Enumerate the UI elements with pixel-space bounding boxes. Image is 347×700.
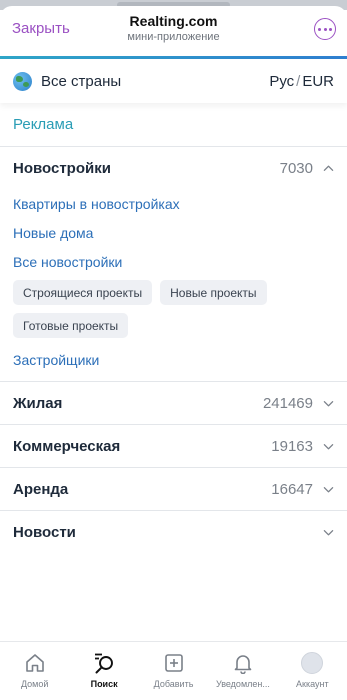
- link-developers[interactable]: Застройщики: [0, 344, 347, 375]
- section-label: Коммерческая: [13, 437, 121, 455]
- avatar: [301, 652, 324, 674]
- tab-label: Поиск: [90, 679, 118, 689]
- tab-label: Уведомлен...: [215, 679, 270, 689]
- app-header: Закрыть Realting.com мини-приложение: [0, 6, 347, 56]
- chip-new-projects[interactable]: Новые проекты: [160, 280, 267, 305]
- app-title: Realting.com: [129, 13, 218, 29]
- chevron-down-icon: [323, 400, 334, 406]
- link-new-houses[interactable]: Новые дома: [0, 218, 347, 247]
- add-icon: [162, 651, 186, 675]
- tab-label: Добавить: [153, 679, 194, 689]
- link-all-new-buildings[interactable]: Все новостройки: [0, 247, 347, 276]
- tab-label: Аккаунт: [296, 679, 329, 689]
- section-news[interactable]: Новости: [0, 511, 347, 553]
- chip-completed-projects[interactable]: Готовые проекты: [13, 313, 129, 338]
- chevron-down-icon: [323, 443, 334, 449]
- section-count: 16647: [271, 480, 313, 498]
- globe-icon: [13, 71, 32, 91]
- currency-label: EUR: [302, 72, 334, 90]
- app-subtitle: мини-приложение: [127, 31, 220, 43]
- chevron-up-icon: [323, 165, 334, 171]
- section-new-buildings[interactable]: Новостройки 7030: [0, 147, 347, 189]
- section-residential[interactable]: Жилая 241469: [0, 382, 347, 424]
- section-label: Новостройки: [13, 159, 111, 177]
- section-count: 7030: [279, 159, 313, 177]
- language-currency-selector[interactable]: Рус / EUR: [269, 73, 334, 90]
- bell-icon: [231, 651, 255, 675]
- ads-link[interactable]: Реклама: [13, 116, 73, 133]
- ads-row[interactable]: Реклама: [0, 103, 347, 147]
- bottom-tab-bar: Домой Поиск Добавить Уведомлен... Аккаун…: [0, 641, 347, 700]
- section-count: 241469: [262, 394, 313, 412]
- tab-notifications[interactable]: Уведомлен...: [208, 642, 277, 700]
- section-label: Аренда: [13, 480, 69, 498]
- project-chips: Строящиеся проекты Новые проекты Готовые…: [0, 276, 347, 338]
- link-new-apartments[interactable]: Квартиры в новостройках: [0, 189, 347, 218]
- more-options-icon[interactable]: [314, 18, 336, 40]
- avatar-container: [300, 651, 324, 675]
- chip-under-construction[interactable]: Строящиеся проекты: [13, 280, 153, 305]
- tab-home[interactable]: Домой: [0, 642, 69, 700]
- tab-search[interactable]: Поиск: [69, 642, 138, 700]
- country-selector[interactable]: Все страны: [41, 73, 121, 90]
- country-bar: Все страны Рус / EUR: [0, 59, 347, 103]
- section-label: Новости: [13, 523, 76, 541]
- separator: /: [296, 72, 301, 90]
- home-icon: [23, 651, 47, 675]
- section-label: Жилая: [13, 394, 63, 412]
- language-label: Рус: [269, 72, 295, 90]
- tab-account[interactable]: Аккаунт: [278, 642, 347, 700]
- search-icon: [92, 651, 116, 675]
- section-count: 19163: [271, 437, 313, 455]
- tab-add[interactable]: Добавить: [139, 642, 208, 700]
- chevron-down-icon: [323, 486, 334, 492]
- chevron-down-icon: [323, 529, 334, 535]
- section-commercial[interactable]: Коммерческая 19163: [0, 425, 347, 467]
- tab-label: Домой: [20, 679, 49, 689]
- section-rent[interactable]: Аренда 16647: [0, 468, 347, 510]
